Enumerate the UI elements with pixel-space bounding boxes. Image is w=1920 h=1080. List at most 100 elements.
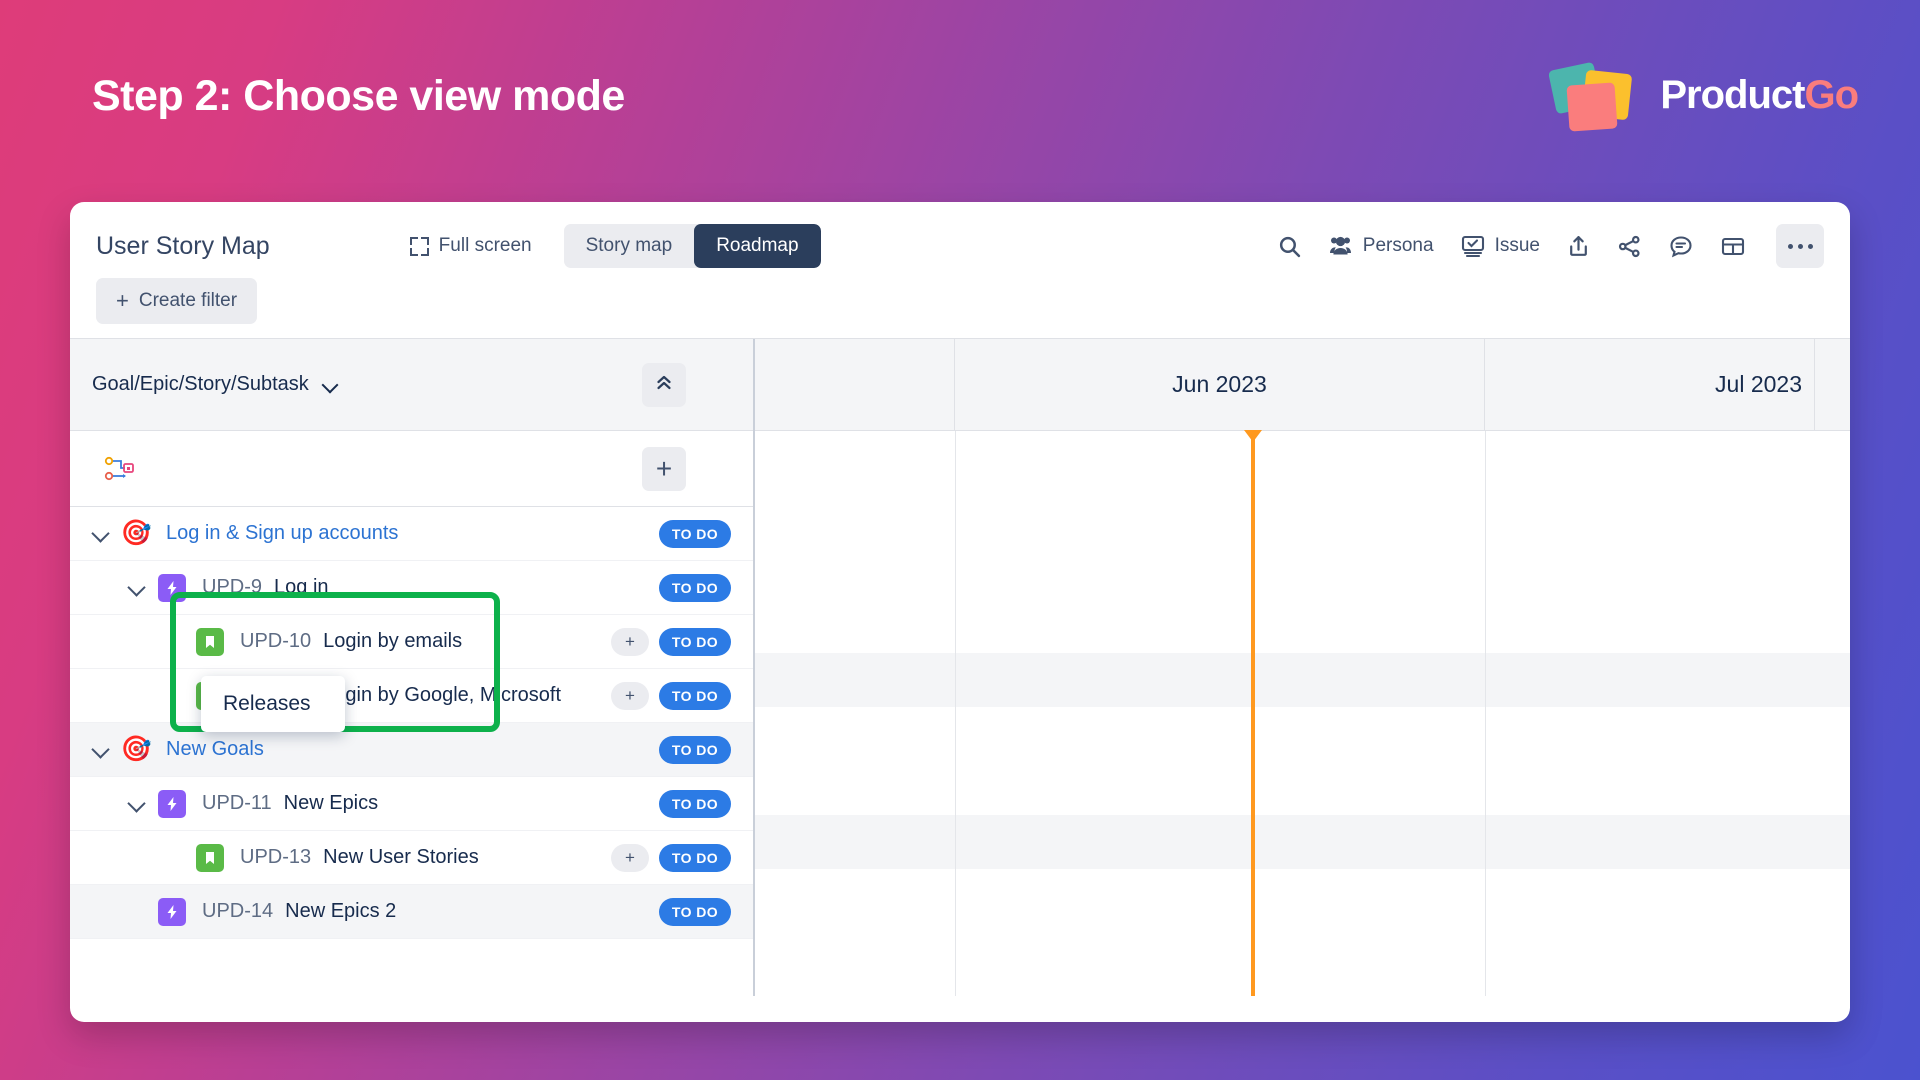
today-marker-tip	[1244, 430, 1262, 442]
issue-key[interactable]: UPD-13	[240, 846, 311, 869]
card-button[interactable]	[1720, 234, 1746, 258]
tree-row-log-in-sign-up-accounts[interactable]: 🎯 Log in & Sign up accounts TO DO	[70, 507, 753, 561]
epic-type-icon	[158, 898, 186, 926]
logo-word-go: Go	[1804, 73, 1858, 117]
more-options-button[interactable]	[1776, 224, 1824, 268]
status-badge[interactable]: TO DO	[659, 844, 731, 872]
status-badge[interactable]: TO DO	[659, 898, 731, 926]
fullscreen-button[interactable]: Full screen	[410, 235, 532, 257]
status-badge[interactable]: TO DO	[659, 790, 731, 818]
card-icon	[1720, 234, 1746, 258]
issue-key[interactable]: UPD-9	[202, 576, 262, 599]
tree-header: Goal/Epic/Story/Subtask	[70, 339, 753, 431]
timeline-gridline	[955, 431, 956, 996]
board: Goal/Epic/Story/Subtask	[70, 339, 1850, 996]
chevron-down-icon[interactable]	[92, 526, 108, 542]
app-header: User Story Map Full screen Story map Roa…	[70, 202, 1850, 338]
collapse-all-button[interactable]	[642, 363, 686, 407]
issue-summary[interactable]: New Goals	[166, 738, 264, 761]
hierarchy-select[interactable]: Goal/Epic/Story/Subtask	[92, 373, 337, 396]
issue-key[interactable]: UPD-10	[240, 630, 311, 653]
timeline-row-band	[755, 815, 1850, 869]
timeline-month-cell	[755, 339, 955, 430]
search-button[interactable]	[1277, 234, 1302, 259]
timeline-header: Jun 2023 Jul 2023	[755, 339, 1850, 431]
tree-row-upd-13[interactable]: UPD-13 New User Stories + TO DO	[70, 831, 753, 885]
chevron-placeholder	[166, 634, 182, 650]
tree-rows: 🎯 Log in & Sign up accounts TO DO UPD-9 Log …	[70, 507, 753, 939]
status-badge[interactable]: TO DO	[659, 736, 731, 764]
tree-row-upd-11[interactable]: UPD-11 New Epics TO DO	[70, 777, 753, 831]
fullscreen-label: Full screen	[439, 235, 532, 257]
status-badge[interactable]: TO DO	[659, 682, 731, 710]
logo-wordmark: ProductGo	[1660, 73, 1858, 118]
persona-button[interactable]: Persona	[1328, 234, 1434, 258]
chevron-placeholder	[128, 904, 144, 920]
goal-type-icon: 🎯	[122, 736, 150, 764]
more-dot	[1798, 244, 1803, 249]
story-type-icon	[196, 844, 224, 872]
create-filter-button[interactable]: + Create filter	[96, 278, 257, 324]
issue-icon	[1460, 234, 1486, 258]
tree-row-new-goals[interactable]: 🎯 New Goals TO DO	[70, 723, 753, 777]
issue-summary[interactable]: Login by emails	[323, 630, 462, 653]
add-subtask-button[interactable]: +	[611, 628, 649, 656]
toolbar: Persona Issue	[1277, 224, 1824, 268]
issue-summary[interactable]: Log in & Sign up accounts	[166, 522, 398, 545]
app-title: User Story Map	[96, 232, 270, 261]
tree-row-upd-14[interactable]: UPD-14 New Epics 2 TO DO	[70, 885, 753, 939]
timeline-month-cell: Jul 2023	[1485, 339, 1815, 430]
fullscreen-icon	[410, 237, 429, 256]
add-release-button[interactable]: +	[642, 447, 686, 491]
issue-summary[interactable]: New Epics 2	[285, 900, 396, 923]
timeline-body	[755, 431, 1850, 996]
chevron-double-up-icon	[654, 373, 674, 398]
goal-type-icon: 🎯	[122, 520, 150, 548]
share-button[interactable]	[1617, 234, 1642, 259]
epic-type-icon	[158, 574, 186, 602]
issue-summary[interactable]: Login by Google, Microsoft	[323, 684, 561, 707]
share-icon	[1617, 234, 1642, 259]
more-dot	[1788, 244, 1793, 249]
chevron-down-icon[interactable]	[92, 742, 108, 758]
epic-type-icon	[158, 790, 186, 818]
release-flow-icon	[104, 452, 138, 486]
chevron-down-icon[interactable]	[128, 580, 144, 596]
today-marker	[1251, 431, 1255, 996]
issue-summary[interactable]: New User Stories	[323, 846, 479, 869]
page-title: Step 2: Choose view mode	[92, 72, 625, 121]
add-subtask-button[interactable]: +	[611, 682, 649, 710]
status-badge[interactable]: TO DO	[659, 520, 731, 548]
hierarchy-select-value: Goal/Epic/Story/Subtask	[92, 373, 309, 396]
comment-icon	[1668, 234, 1694, 259]
issue-summary[interactable]: New Epics	[284, 792, 378, 815]
logo-squares-icon	[1550, 62, 1650, 128]
comment-button[interactable]	[1668, 234, 1694, 259]
persona-label: Persona	[1363, 235, 1434, 257]
tree-row-upd-12[interactable]: UPD-12Login by Google, Microsoft+TO DO	[70, 669, 753, 723]
tab-story-map[interactable]: Story map	[564, 224, 695, 268]
issue-key[interactable]: UPD-11	[202, 792, 272, 815]
issue-key[interactable]: UPD-14	[202, 900, 273, 923]
tree-row-upd-10[interactable]: UPD-10 Login by emails + TO DO	[70, 615, 753, 669]
productgo-logo: ProductGo	[1550, 62, 1858, 128]
view-mode-toggle[interactable]: Story map Roadmap	[564, 224, 821, 268]
story-type-icon	[196, 628, 224, 656]
logo-word-product: Product	[1660, 73, 1804, 117]
chevron-down-icon[interactable]	[128, 796, 144, 812]
export-button[interactable]	[1566, 234, 1591, 259]
timeline-row-band	[755, 653, 1850, 707]
create-filter-label: Create filter	[139, 290, 237, 312]
status-badge[interactable]: TO DO	[659, 574, 731, 602]
chevron-placeholder	[166, 850, 182, 866]
issue-summary[interactable]: Log in	[274, 576, 329, 599]
tab-roadmap[interactable]: Roadmap	[694, 224, 820, 268]
issue-label: Issue	[1495, 235, 1540, 257]
dropdown-option-releases[interactable]: Releases	[201, 676, 345, 732]
timeline-month-cell: Jun 2023	[955, 339, 1485, 430]
status-badge[interactable]: TO DO	[659, 628, 731, 656]
add-subtask-button[interactable]: +	[611, 844, 649, 872]
chevron-placeholder	[166, 688, 182, 704]
issue-button[interactable]: Issue	[1460, 234, 1540, 258]
tree-row-upd-9[interactable]: UPD-9 Log in TO DO	[70, 561, 753, 615]
